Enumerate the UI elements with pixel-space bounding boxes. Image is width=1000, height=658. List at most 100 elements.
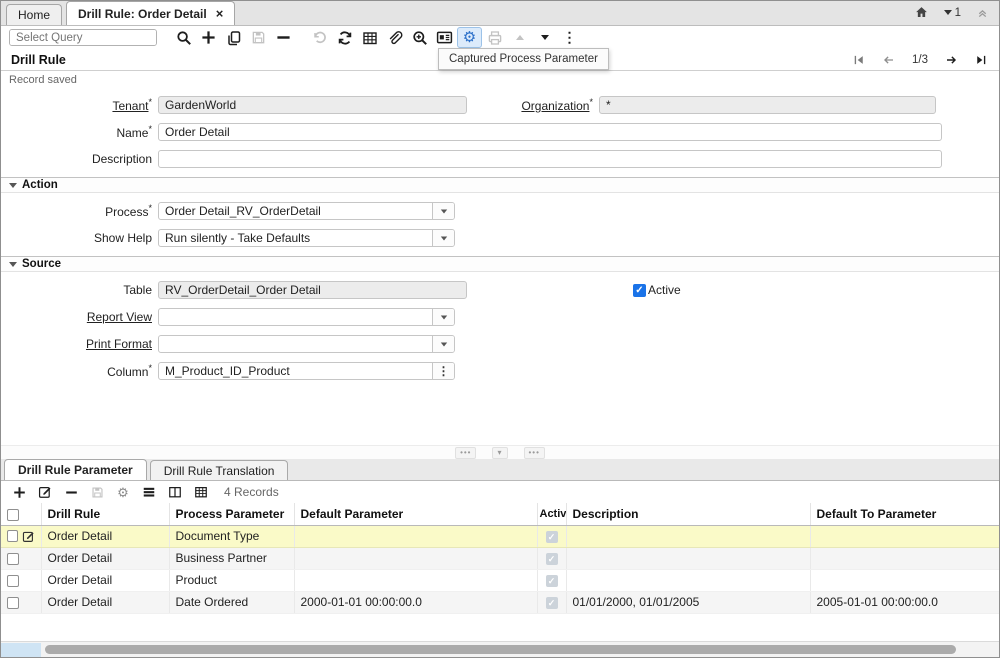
table-row[interactable]: Order Detail Date Ordered 2000-01-01 00:… <box>1 591 999 614</box>
recent-records-dropdown[interactable]: 1 <box>943 7 961 19</box>
tab-home[interactable]: Home <box>6 4 63 25</box>
cell-description[interactable]: 01/01/2000, 01/01/2005 <box>566 591 811 614</box>
panel-splitter[interactable]: ••• ▾ ••• <box>1 445 999 459</box>
splitter-collapse-icon[interactable]: ▾ <box>492 446 508 459</box>
scrollbar-thumb[interactable] <box>45 645 956 654</box>
previous-record-icon[interactable] <box>882 54 895 66</box>
select-all-header[interactable] <box>1 503 42 526</box>
table-row[interactable]: Order Detail Product ✓ <box>1 569 999 592</box>
report-view-field[interactable] <box>158 308 455 326</box>
tab-drill-rule[interactable]: Drill Rule: Order Detail × <box>66 1 236 25</box>
expand-down-icon[interactable] <box>532 27 557 48</box>
cell-description[interactable] <box>566 569 811 592</box>
detail-process-icon[interactable]: ⚙ <box>115 483 131 501</box>
captured-process-parameter-icon[interactable]: ⚙ <box>457 27 482 48</box>
more-options-icon[interactable]: ⋮ <box>557 27 582 48</box>
row-select-cell[interactable] <box>1 525 42 548</box>
toggle-grid-icon[interactable] <box>357 27 382 48</box>
print-format-label[interactable]: Print Format <box>1 337 158 351</box>
print-format-field[interactable] <box>158 335 455 353</box>
show-help-field[interactable]: Run silently - Take Defaults <box>158 229 455 247</box>
tab-drill-rule-translation[interactable]: Drill Rule Translation <box>149 460 289 480</box>
splitter-grip-icon[interactable]: ••• <box>523 446 545 459</box>
splitter-grip-icon[interactable]: ••• <box>455 446 477 459</box>
column-field[interactable]: M_Product_ID_Product ⋮ <box>158 362 455 380</box>
zoom-across-icon[interactable] <box>407 27 432 48</box>
active-checkbox-wrap[interactable]: ✓ Active <box>633 283 681 297</box>
column-header-default-to-parameter[interactable]: Default To Parameter <box>810 503 999 526</box>
copy-record-icon[interactable] <box>221 27 246 48</box>
action-section-header[interactable]: Action <box>1 177 999 193</box>
detail-delete-record-icon[interactable] <box>63 483 79 501</box>
row-checkbox[interactable] <box>7 596 19 609</box>
detail-toggle-panel-icon[interactable] <box>167 483 183 501</box>
name-field[interactable]: Order Detail <box>158 123 942 141</box>
print-format-dropdown-button[interactable] <box>432 336 454 352</box>
cell-active[interactable]: ✓ <box>537 569 567 592</box>
process-field[interactable]: Order Detail_RV_OrderDetail <box>158 202 455 220</box>
cell-default-parameter[interactable] <box>294 569 538 592</box>
select-all-checkbox[interactable] <box>7 508 19 521</box>
cell-drill-rule[interactable]: Order Detail <box>41 569 170 592</box>
cell-drill-rule[interactable]: Order Detail <box>41 525 170 548</box>
home-icon[interactable] <box>914 5 929 20</box>
new-record-icon[interactable] <box>196 27 221 48</box>
cell-default-parameter[interactable]: 2000-01-01 00:00:00.0 <box>294 591 538 614</box>
cell-description[interactable] <box>566 525 811 548</box>
cell-default-to-parameter[interactable] <box>810 525 999 548</box>
tenant-label[interactable]: Tenant* <box>1 97 158 113</box>
row-select-cell[interactable] <box>1 591 42 614</box>
cell-process-parameter[interactable]: Business Partner <box>169 547 295 570</box>
cell-process-parameter[interactable]: Date Ordered <box>169 591 295 614</box>
cell-description[interactable] <box>566 547 811 570</box>
close-tab-icon[interactable]: × <box>216 7 224 20</box>
cell-default-parameter[interactable] <box>294 525 538 548</box>
record-info-icon[interactable] <box>432 27 457 48</box>
cell-default-to-parameter[interactable] <box>810 547 999 570</box>
detail-customize-grid-icon[interactable] <box>193 483 209 501</box>
row-select-cell[interactable] <box>1 569 42 592</box>
column-more-button[interactable]: ⋮ <box>432 363 454 379</box>
source-section-header[interactable]: Source <box>1 256 999 272</box>
column-header-default-parameter[interactable]: Default Parameter <box>294 503 538 526</box>
detail-new-record-icon[interactable] <box>11 483 27 501</box>
row-select-cell[interactable] <box>1 547 42 570</box>
cell-active[interactable]: ✓ <box>537 547 567 570</box>
cell-drill-rule[interactable]: Order Detail <box>41 547 170 570</box>
organization-label[interactable]: Organization* <box>467 97 599 113</box>
select-query-input[interactable] <box>10 30 156 45</box>
cell-default-parameter[interactable] <box>294 547 538 570</box>
first-record-icon[interactable] <box>853 54 865 66</box>
row-checkbox[interactable] <box>7 530 18 542</box>
delete-record-icon[interactable] <box>271 27 296 48</box>
column-header-active[interactable]: Active <box>537 503 567 526</box>
horizontal-scrollbar[interactable] <box>1 641 999 657</box>
column-header-drill-rule[interactable]: Drill Rule <box>41 503 170 526</box>
cell-default-to-parameter[interactable] <box>810 569 999 592</box>
process-dropdown-button[interactable] <box>432 203 454 219</box>
report-view-label[interactable]: Report View <box>1 310 158 324</box>
show-help-dropdown-button[interactable] <box>432 230 454 246</box>
refresh-icon[interactable] <box>332 27 357 48</box>
attachment-icon[interactable] <box>382 27 407 48</box>
tab-drill-rule-parameter[interactable]: Drill Rule Parameter <box>4 459 147 480</box>
next-record-icon[interactable] <box>945 54 958 66</box>
detail-toggle-view-icon[interactable] <box>141 483 157 501</box>
cell-drill-rule[interactable]: Order Detail <box>41 591 170 614</box>
description-field[interactable] <box>158 150 942 168</box>
detail-edit-record-icon[interactable] <box>37 483 53 501</box>
column-header-description[interactable]: Description <box>566 503 811 526</box>
active-checkbox[interactable]: ✓ <box>633 283 646 297</box>
row-checkbox[interactable] <box>7 574 19 587</box>
cell-default-to-parameter[interactable]: 2005-01-01 00:00:00.0 <box>810 591 999 614</box>
cell-process-parameter[interactable]: Product <box>169 569 295 592</box>
report-view-dropdown-button[interactable] <box>432 309 454 325</box>
cell-active[interactable]: ✓ <box>537 591 567 614</box>
search-icon[interactable] <box>171 27 196 48</box>
edit-row-icon[interactable] <box>22 530 35 543</box>
select-query-combobox[interactable] <box>9 29 157 46</box>
cell-active[interactable]: ✓ <box>537 525 567 548</box>
row-checkbox[interactable] <box>7 552 19 565</box>
cell-process-parameter[interactable]: Document Type <box>169 525 295 548</box>
table-row[interactable]: Order Detail Business Partner ✓ <box>1 547 999 570</box>
